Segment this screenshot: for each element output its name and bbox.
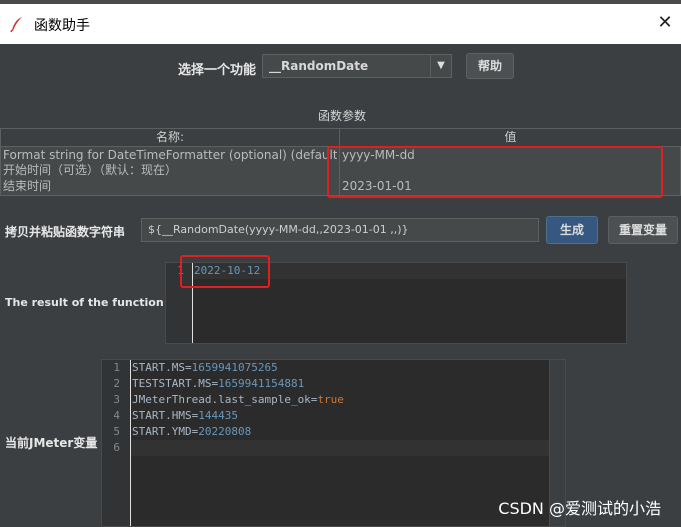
jmeter-vars-editor[interactable]: 1 START.MS=1659941075265 2 TESTSTART.MS=… xyxy=(101,359,566,527)
select-function-label: 选择一个功能 xyxy=(178,63,257,78)
vars-line: TESTSTART.MS=1659941154881 xyxy=(132,376,304,392)
function-select-value: __RandomDate xyxy=(269,59,369,73)
vars-line: JMeterThread.last_sample_ok=true xyxy=(132,392,344,408)
params-section-title: 函数参数 xyxy=(318,109,367,123)
chevron-down-icon[interactable]: ▼ xyxy=(430,55,451,77)
close-icon[interactable]: ✕ xyxy=(655,13,675,33)
var-value: 1659941154881 xyxy=(218,377,305,390)
generate-button[interactable]: 生成 xyxy=(546,216,598,244)
var-key: START.HMS= xyxy=(132,409,199,422)
var-value: 20220808 xyxy=(198,425,252,438)
column-header-name: 名称: xyxy=(1,129,339,147)
var-key: TESTSTART.MS= xyxy=(132,377,219,390)
vars-line-number: 4 xyxy=(113,409,120,422)
vars-line: START.YMD=20220808 xyxy=(132,424,251,440)
vars-line-number: 2 xyxy=(113,377,120,390)
var-key: JMeterThread.last_sample_ok= xyxy=(132,393,318,406)
var-value: 1659941075265 xyxy=(191,361,278,374)
var-key: START.MS= xyxy=(132,361,192,374)
vars-line-number: 5 xyxy=(113,425,120,438)
column-header-value: 值 xyxy=(339,129,681,147)
reset-variables-button[interactable]: 重置变量 xyxy=(608,216,678,244)
copy-function-label: 拷贝并粘贴函数字符串 xyxy=(5,225,126,239)
function-select[interactable]: __RandomDate ▼ xyxy=(262,54,452,78)
param-name-start-time: 开始时间（可选）（默认：现在） xyxy=(3,163,178,177)
vars-line-number: 6 xyxy=(113,441,120,454)
result-highlight-box xyxy=(180,255,270,288)
jmeter-vars-label: 当前JMeter变量 xyxy=(5,436,98,450)
result-label: The result of the function is xyxy=(5,296,178,309)
vars-current-line xyxy=(131,440,551,456)
title-bar: 函数助手 ✕ xyxy=(0,0,681,44)
param-name-end-time: 结束时间 xyxy=(3,179,52,193)
vars-line: START.HMS=144435 xyxy=(132,408,238,424)
var-value: true xyxy=(317,393,344,406)
param-name-format: Format string for DateTimeFormatter (opt… xyxy=(3,148,337,162)
vars-line-number: 1 xyxy=(113,361,120,374)
vars-line: START.MS=1659941075265 xyxy=(132,360,278,376)
var-value: 144435 xyxy=(198,409,238,422)
window-title: 函数助手 xyxy=(34,18,90,34)
help-button[interactable]: 帮助 xyxy=(466,53,514,79)
feather-app-icon xyxy=(10,17,22,32)
function-string-field[interactable]: ${__RandomDate(yyyy-MM-dd,,2023-01-01 ,,… xyxy=(141,218,539,242)
watermark: CSDN @爱测试的小浩 xyxy=(498,499,661,518)
value-highlight-box xyxy=(327,146,663,198)
vars-line-number: 3 xyxy=(113,393,120,406)
var-key: START.YMD= xyxy=(132,425,199,438)
